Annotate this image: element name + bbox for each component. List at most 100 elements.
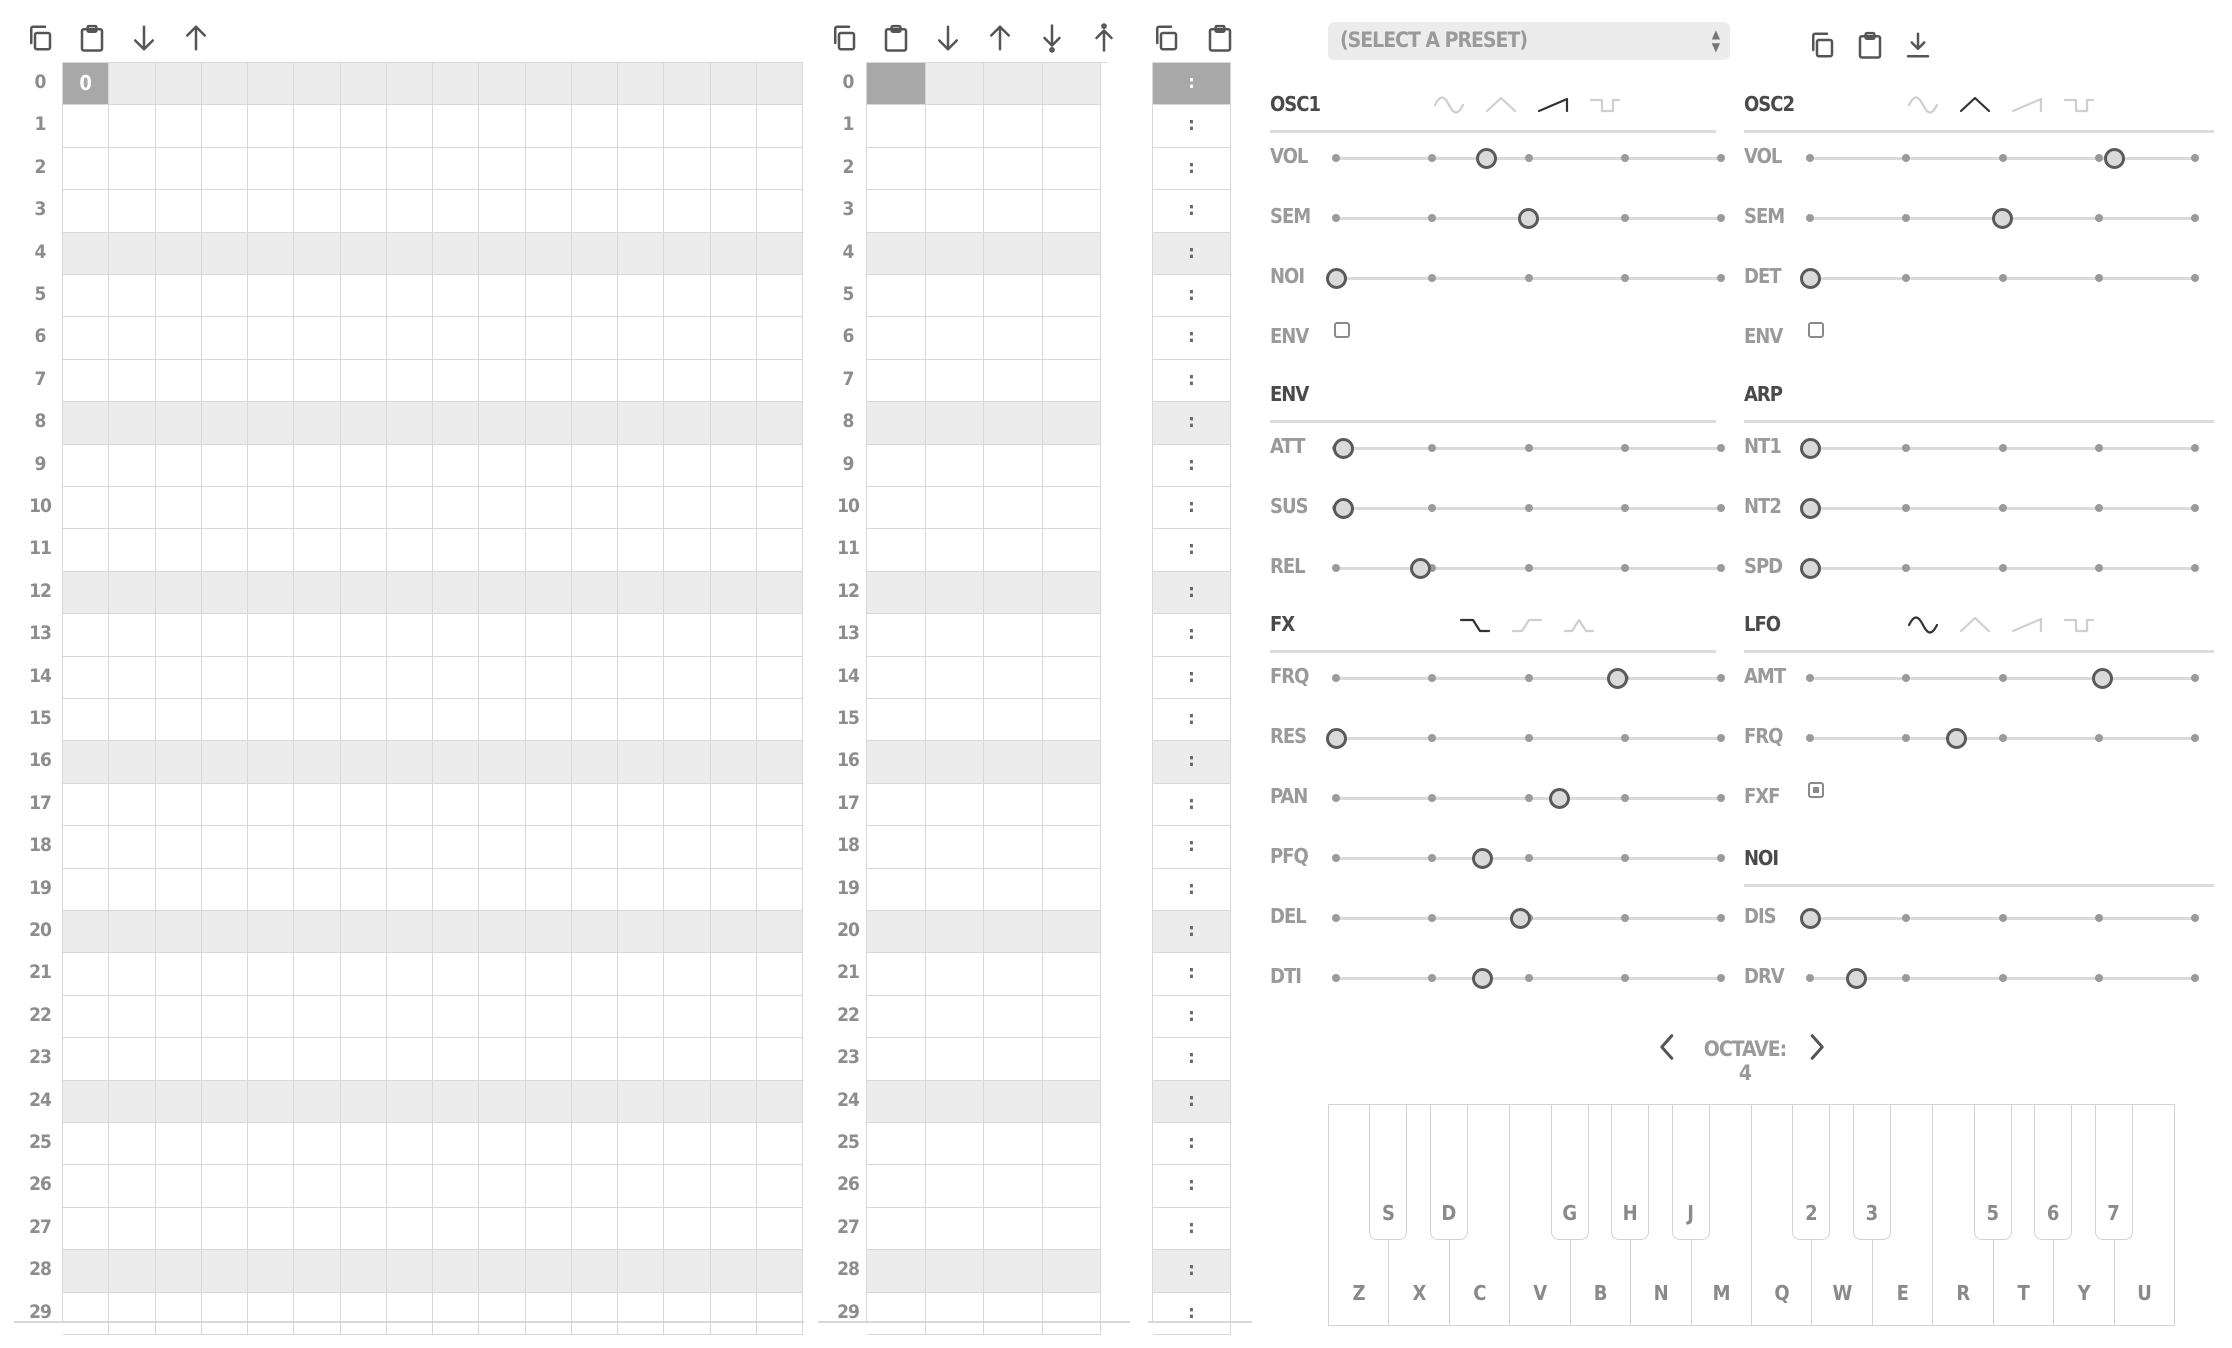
sequence-cell[interactable] <box>925 783 984 827</box>
pattern-cell[interactable] <box>63 190 110 233</box>
pattern-cell[interactable] <box>201 275 248 318</box>
slider-fx-dti[interactable] <box>1332 967 1725 989</box>
pattern-cell[interactable] <box>618 656 665 699</box>
sequence-cell[interactable] <box>984 1207 1043 1251</box>
slider-knob[interactable] <box>1471 967 1493 989</box>
pattern-cell[interactable] <box>386 699 433 742</box>
pattern-cell[interactable] <box>433 699 480 742</box>
pattern-cell[interactable] <box>618 868 665 911</box>
pattern-cell[interactable] <box>63 317 110 360</box>
sequence-cell[interactable] <box>984 1038 1043 1081</box>
pattern-cell[interactable] <box>756 147 803 191</box>
pattern-cell[interactable] <box>248 317 295 360</box>
pattern-cell[interactable] <box>155 402 202 445</box>
pattern-cell[interactable] <box>340 317 387 360</box>
pattern-cell[interactable] <box>618 1080 665 1123</box>
pattern-cell[interactable] <box>618 614 665 657</box>
pattern-cell[interactable] <box>571 571 618 615</box>
pattern-cell[interactable] <box>433 190 480 233</box>
piano-black-key[interactable]: 7 <box>2094 1104 2133 1240</box>
pattern-cell[interactable] <box>201 699 248 742</box>
sequence-cell[interactable] <box>925 741 984 784</box>
pattern-cell[interactable] <box>155 63 202 106</box>
pattern-cell[interactable] <box>63 1123 110 1166</box>
pattern-cell[interactable] <box>386 402 433 445</box>
pattern-cell[interactable] <box>109 953 156 996</box>
pattern-cell[interactable] <box>248 190 295 233</box>
pattern-cell[interactable] <box>63 1080 110 1123</box>
sequence-cell[interactable] <box>925 1038 984 1081</box>
slider-noi-dis[interactable] <box>1799 907 2199 929</box>
sequence-cell[interactable] <box>1042 995 1101 1039</box>
song-cell[interactable]: : <box>1153 63 1231 106</box>
pattern-cell[interactable] <box>710 868 757 911</box>
sequence-cell[interactable] <box>867 826 926 869</box>
pattern-cell[interactable] <box>756 487 803 530</box>
pattern-cell[interactable] <box>294 699 341 742</box>
pattern-cell[interactable] <box>63 275 110 318</box>
pattern-cell[interactable] <box>618 1038 665 1081</box>
pattern-cell[interactable] <box>525 317 572 360</box>
sequence-cell[interactable] <box>1042 911 1101 954</box>
pattern-cell[interactable] <box>155 232 202 275</box>
pattern-cell[interactable] <box>294 190 341 233</box>
pattern-cell[interactable] <box>340 402 387 445</box>
pattern-cell[interactable] <box>155 105 202 148</box>
pattern-cell[interactable] <box>155 1038 202 1081</box>
pattern-cell[interactable] <box>155 1207 202 1251</box>
pattern-cell[interactable] <box>664 1292 711 1335</box>
sequence-cell[interactable] <box>984 995 1043 1039</box>
pattern-cell[interactable] <box>63 359 110 403</box>
song-cell[interactable]: : <box>1153 1292 1231 1335</box>
slider-knob[interactable] <box>1333 497 1355 519</box>
piano-black-key[interactable]: 5 <box>1973 1104 2012 1240</box>
pattern-cell[interactable] <box>756 402 803 445</box>
pattern-cell[interactable] <box>340 444 387 487</box>
sequence-cell[interactable] <box>984 614 1043 657</box>
pattern-cell[interactable] <box>248 1250 295 1293</box>
pattern-cell[interactable] <box>201 402 248 445</box>
pattern-cell[interactable] <box>386 571 433 615</box>
pattern-cell[interactable] <box>63 487 110 530</box>
pattern-cell[interactable] <box>618 699 665 742</box>
pattern-cell[interactable] <box>386 995 433 1039</box>
sequence-cell[interactable] <box>867 232 926 275</box>
pattern-cell[interactable] <box>525 699 572 742</box>
pattern-cell[interactable] <box>433 656 480 699</box>
pattern-cell[interactable] <box>201 444 248 487</box>
pattern-cell[interactable] <box>109 783 156 827</box>
slider-osc1-sem[interactable] <box>1332 207 1725 229</box>
pattern-cell[interactable] <box>571 1250 618 1293</box>
sequence-cell[interactable] <box>867 190 926 233</box>
pattern-cell[interactable] <box>294 868 341 911</box>
sequence-cell[interactable] <box>867 529 926 572</box>
pattern-cell[interactable] <box>294 953 341 996</box>
pattern-cell[interactable] <box>479 571 526 615</box>
pattern-cell[interactable] <box>340 826 387 869</box>
pattern-cell[interactable] <box>340 1292 387 1335</box>
pattern-cell[interactable] <box>618 63 665 106</box>
pattern-cell[interactable] <box>756 995 803 1039</box>
pattern-cell[interactable] <box>664 529 711 572</box>
slider-arp-nt1[interactable] <box>1799 437 2199 459</box>
pattern-cell[interactable] <box>294 359 341 403</box>
pattern-cell[interactable] <box>710 1207 757 1251</box>
pattern-cell[interactable] <box>155 190 202 233</box>
sequence-cell[interactable] <box>1042 105 1101 148</box>
slider-osc2-sem[interactable] <box>1806 207 2199 229</box>
pattern-cell[interactable] <box>433 1250 480 1293</box>
pattern-cell[interactable] <box>201 1292 248 1335</box>
sequence-cell[interactable] <box>1042 1207 1101 1251</box>
pattern-cell[interactable] <box>433 995 480 1039</box>
slider-knob[interactable] <box>1471 847 1493 869</box>
pattern-cell[interactable] <box>479 614 526 657</box>
pattern-cell[interactable] <box>386 614 433 657</box>
pattern-cell[interactable] <box>248 953 295 996</box>
song-cell[interactable]: : <box>1153 953 1231 996</box>
pattern-cell[interactable] <box>571 741 618 784</box>
slider-knob[interactable] <box>1325 727 1347 749</box>
pattern-cell[interactable] <box>340 105 387 148</box>
pattern-cell[interactable] <box>201 995 248 1039</box>
pattern-cell[interactable] <box>63 402 110 445</box>
pattern-cell[interactable] <box>63 1165 110 1208</box>
